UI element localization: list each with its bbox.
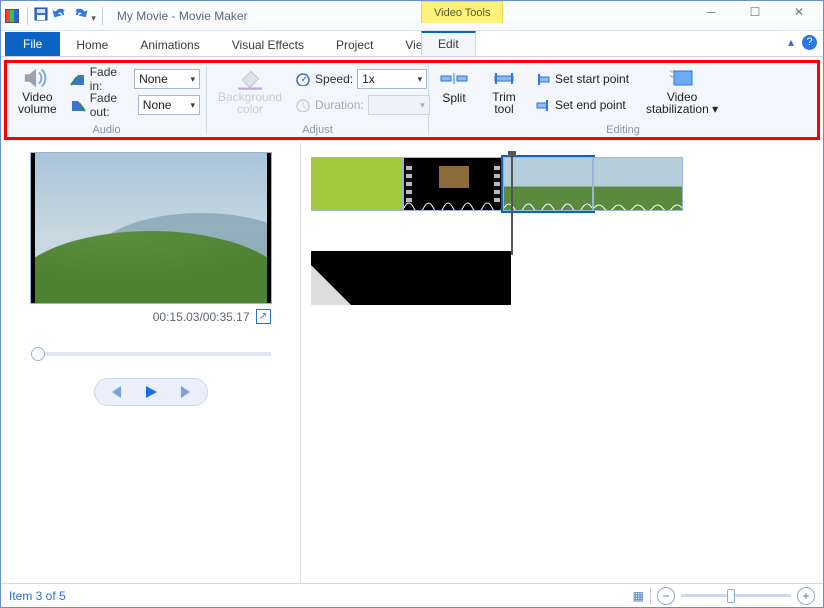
fade-in-dropdown[interactable]: None▾ bbox=[134, 69, 200, 89]
tab-visual-effects[interactable]: Visual Effects bbox=[216, 34, 320, 56]
duration-label: Duration: bbox=[315, 98, 364, 112]
paint-bucket-icon bbox=[236, 67, 264, 89]
trim-tool-button[interactable]: Trim tool bbox=[485, 67, 523, 115]
fade-in-label: Fade in: bbox=[90, 65, 130, 93]
ribbon-edit: Video volume Fade in: None▾ Fade out: No… bbox=[4, 60, 820, 140]
clip-row-1 bbox=[311, 157, 813, 211]
redo-icon[interactable]: ▾ bbox=[70, 5, 98, 26]
clip-2[interactable] bbox=[403, 157, 503, 211]
zoom-slider[interactable] bbox=[681, 594, 791, 597]
split-button[interactable]: Split bbox=[435, 67, 473, 105]
trim-tool-label: Trim tool bbox=[492, 91, 516, 115]
group-adjust: Background color Speed: 1x▾ Duration: ▾ … bbox=[207, 65, 429, 135]
clip-row-2 bbox=[311, 251, 813, 305]
group-editing: Split Trim tool Set start point Set end … bbox=[429, 65, 817, 135]
video-volume-button[interactable]: Video volume bbox=[13, 67, 62, 115]
set-end-icon bbox=[535, 98, 551, 112]
maximize-button[interactable]: ☐ bbox=[733, 1, 777, 23]
preview-panel: 00:15.03/00:35.17 ↗ bbox=[1, 143, 301, 583]
video-volume-label: Video volume bbox=[18, 91, 57, 115]
ribbon-highlight-wrap: Video volume Fade in: None▾ Fade out: No… bbox=[1, 57, 823, 143]
fade-out-label: Fade out: bbox=[90, 91, 134, 119]
tab-file[interactable]: File bbox=[5, 32, 60, 56]
speed-dropdown[interactable]: 1x▾ bbox=[357, 69, 427, 89]
playhead[interactable] bbox=[511, 153, 513, 255]
minimize-button[interactable]: ─ bbox=[689, 1, 733, 23]
zoom-controls: ▦ − + bbox=[633, 587, 815, 605]
zoom-in-button[interactable]: + bbox=[797, 587, 815, 605]
fullscreen-icon[interactable]: ↗ bbox=[256, 309, 271, 324]
clip-1[interactable] bbox=[311, 157, 403, 211]
main-area: 00:15.03/00:35.17 ↗ bbox=[1, 143, 823, 583]
undo-icon[interactable] bbox=[50, 5, 70, 26]
playback-controls bbox=[94, 378, 208, 406]
speed-label: Speed: bbox=[315, 72, 353, 86]
scrub-bar[interactable] bbox=[31, 352, 271, 356]
split-icon bbox=[440, 67, 468, 89]
split-label: Split bbox=[442, 91, 465, 105]
chevron-down-icon: ▾ bbox=[712, 102, 718, 116]
clip-5[interactable] bbox=[311, 251, 511, 305]
duration-dropdown: ▾ bbox=[368, 95, 430, 115]
set-end-label: Set end point bbox=[555, 98, 626, 112]
speed-icon bbox=[295, 72, 311, 86]
ribbon-tabs: File Home Animations Visual Effects Proj… bbox=[1, 31, 823, 57]
trim-icon bbox=[490, 67, 518, 89]
set-start-button[interactable]: Set start point bbox=[535, 67, 629, 91]
background-color-button: Background color bbox=[213, 67, 287, 115]
status-text: Item 3 of 5 bbox=[9, 589, 66, 603]
group-editing-label: Editing bbox=[429, 124, 817, 136]
video-stabilization-button[interactable]: Video stabilization ▾ bbox=[641, 67, 723, 115]
set-end-button[interactable]: Set end point bbox=[535, 93, 629, 117]
timecode: 00:15.03/00:35.17 bbox=[153, 310, 250, 324]
set-start-label: Set start point bbox=[555, 72, 629, 86]
fade-out-icon bbox=[70, 98, 86, 112]
thumbnails-view-icon[interactable]: ▦ bbox=[633, 589, 644, 603]
speaker-icon bbox=[23, 67, 51, 89]
set-start-icon bbox=[535, 72, 551, 86]
clip-3[interactable] bbox=[503, 157, 593, 211]
close-button[interactable]: ✕ bbox=[777, 1, 821, 23]
status-bar: Item 3 of 5 ▦ − + bbox=[1, 583, 823, 607]
fade-out-dropdown[interactable]: None▾ bbox=[138, 95, 200, 115]
group-adjust-label: Adjust bbox=[207, 124, 428, 136]
tab-edit[interactable]: Edit bbox=[421, 31, 476, 56]
stabilization-icon bbox=[668, 67, 696, 89]
group-audio: Video volume Fade in: None▾ Fade out: No… bbox=[7, 65, 207, 135]
app-icon bbox=[5, 9, 19, 23]
stabilization-label: Video stabilization bbox=[646, 90, 709, 116]
background-color-label: Background color bbox=[218, 91, 282, 115]
fade-in-icon bbox=[70, 72, 86, 86]
title-bar: ▾ My Movie - Movie Maker Video Tools ─ ☐… bbox=[1, 1, 823, 31]
play-button[interactable] bbox=[135, 382, 167, 402]
tab-project[interactable]: Project bbox=[320, 34, 389, 56]
group-audio-label: Audio bbox=[7, 124, 206, 136]
save-icon[interactable] bbox=[32, 5, 50, 26]
previous-frame-button[interactable] bbox=[99, 382, 131, 402]
app-window: { "title": "My Movie - Movie Maker", "co… bbox=[0, 0, 824, 608]
zoom-out-button[interactable]: − bbox=[657, 587, 675, 605]
preview-screen[interactable] bbox=[31, 153, 271, 303]
storyboard-panel[interactable] bbox=[301, 143, 823, 583]
tab-animations[interactable]: Animations bbox=[124, 34, 215, 56]
window-title: My Movie - Movie Maker bbox=[117, 9, 248, 23]
duration-icon bbox=[295, 98, 311, 112]
help-icon[interactable]: ? bbox=[802, 35, 817, 50]
tab-home[interactable]: Home bbox=[60, 34, 124, 56]
next-frame-button[interactable] bbox=[171, 382, 203, 402]
context-tab-label: Video Tools bbox=[421, 1, 503, 23]
clip-4[interactable] bbox=[593, 157, 683, 211]
ribbon-collapse-icon[interactable]: ▴ bbox=[788, 35, 794, 50]
